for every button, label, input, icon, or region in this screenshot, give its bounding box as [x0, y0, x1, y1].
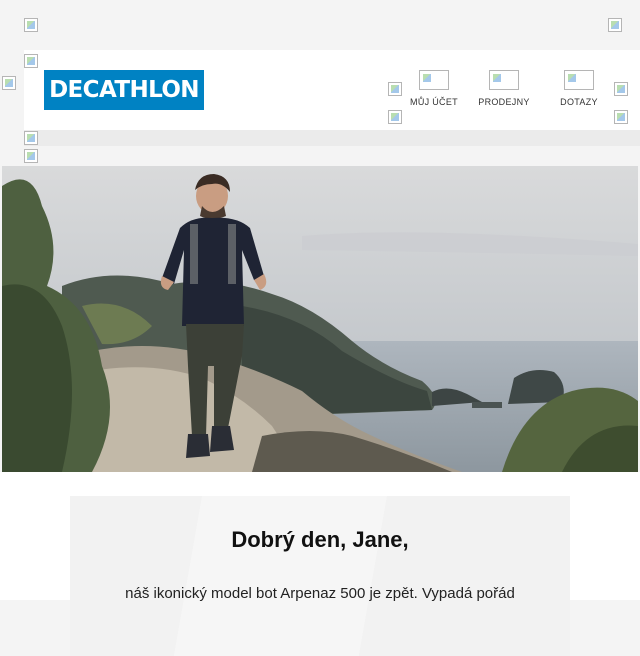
message-body: náš ikonický model bot Arpenaz 500 je zp… — [125, 585, 515, 602]
broken-image-icon — [24, 18, 38, 32]
broken-image-icon — [614, 110, 628, 124]
hiker-coast-photo — [2, 166, 638, 472]
broken-image-icon — [388, 110, 402, 124]
account-icon — [419, 70, 449, 90]
nav-label: DOTAZY — [560, 97, 598, 107]
email-content: Dobrý den, Jane, náš ikonický model bot … — [0, 472, 640, 656]
broken-image-icon — [24, 54, 38, 68]
hero-banner-image[interactable] — [2, 166, 638, 472]
message-card — [70, 496, 570, 656]
decathlon-logo[interactable]: DECATHLON — [44, 70, 204, 110]
store-icon — [489, 70, 519, 90]
broken-image-icon — [614, 82, 628, 96]
nav-help[interactable]: DOTAZY — [543, 70, 615, 112]
nav-stores[interactable]: PRODEJNY — [468, 70, 540, 112]
nav-my-account[interactable]: MŮJ ÚČET — [398, 70, 470, 112]
broken-image-icon — [24, 149, 38, 163]
header-divider-strip — [24, 130, 640, 146]
nav-label: MŮJ ÚČET — [410, 97, 458, 107]
nav-label: PRODEJNY — [478, 97, 530, 107]
broken-image-icon — [24, 131, 38, 145]
greeting-heading: Dobrý den, Jane, — [231, 527, 409, 552]
broken-image-icon — [608, 18, 622, 32]
broken-image-icon — [2, 76, 16, 90]
help-icon — [564, 70, 594, 90]
